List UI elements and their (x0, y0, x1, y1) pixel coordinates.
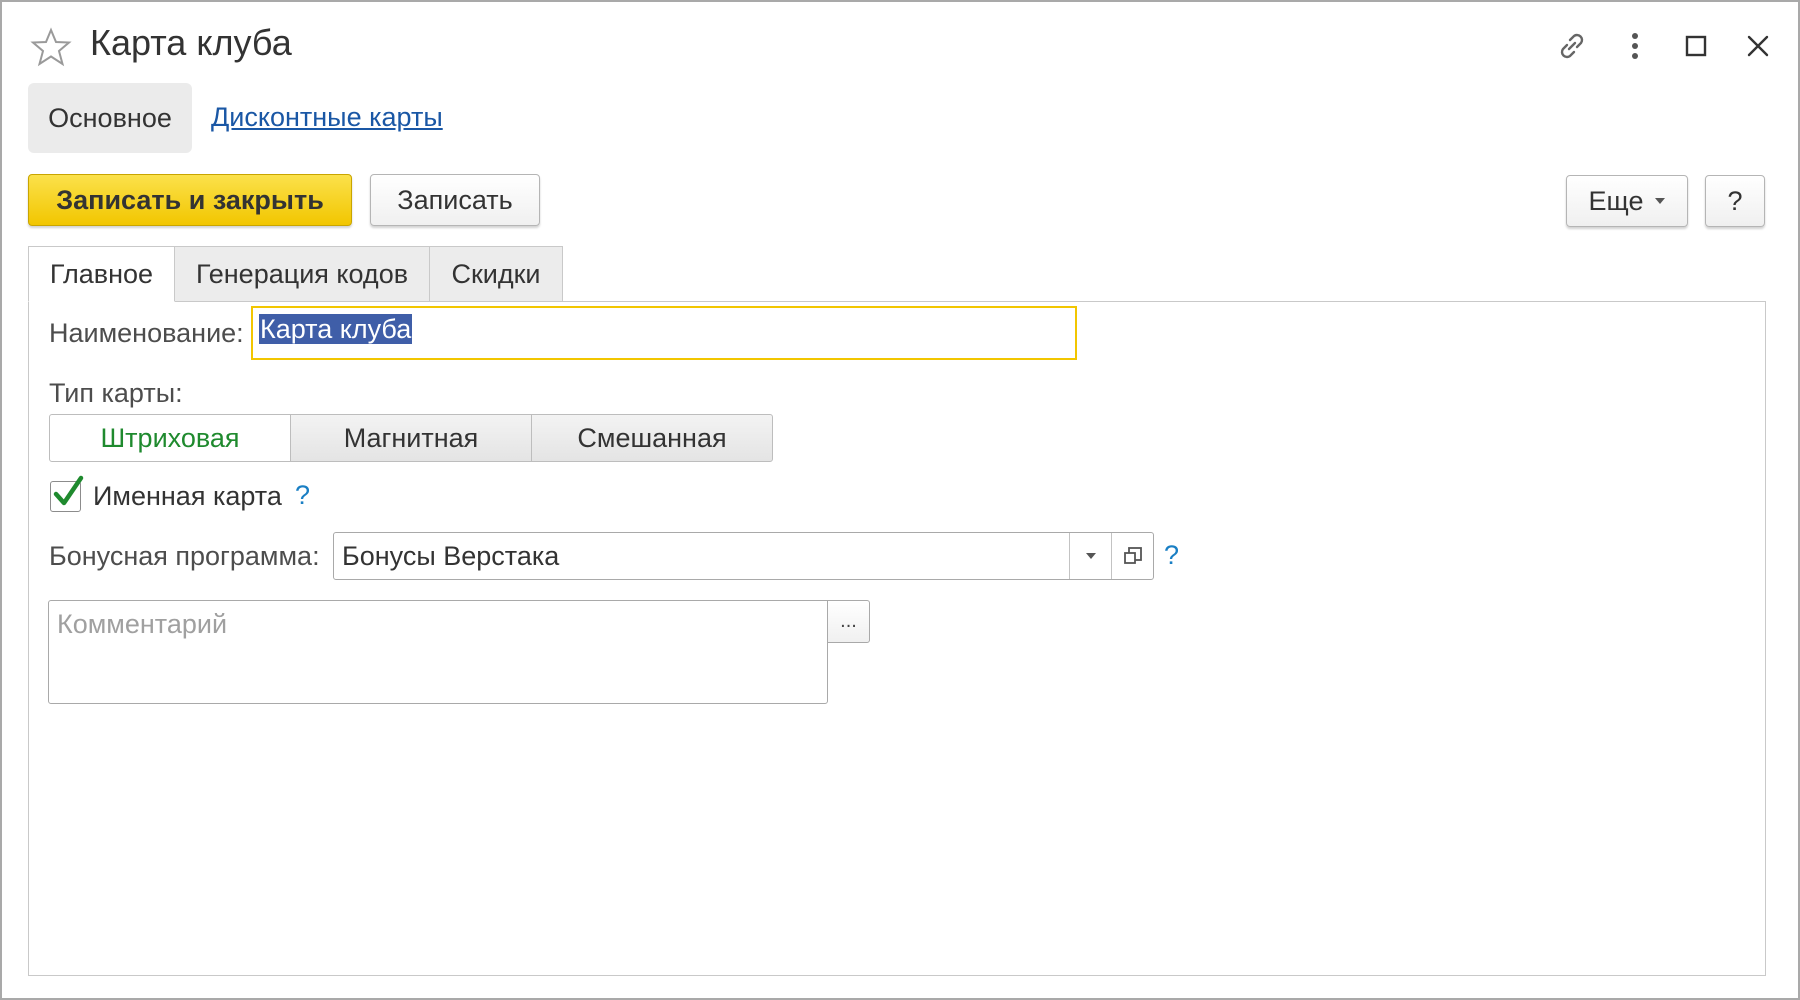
tab-discounts[interactable]: Скидки (429, 246, 563, 302)
bonus-program-label: Бонусная программа: (49, 541, 320, 571)
chevron-down-icon (1085, 553, 1096, 559)
named-card-checkbox[interactable] (50, 475, 84, 512)
bonus-program-dropdown[interactable] (1069, 533, 1111, 579)
tab-main[interactable]: Главное (28, 246, 175, 302)
chevron-down-icon (1655, 198, 1666, 204)
more-vertical-icon[interactable] (1613, 24, 1657, 68)
named-card-help[interactable]: ? (295, 480, 310, 511)
tab-code-generation[interactable]: Генерация кодов (174, 246, 430, 302)
star-icon[interactable] (30, 26, 72, 68)
named-card-label: Именная карта (93, 481, 282, 511)
name-input-value: Карта клуба (259, 314, 413, 344)
card-type-mixed[interactable]: Смешанная (531, 414, 773, 462)
bonus-program-open[interactable] (1111, 533, 1153, 579)
card-type-barcode[interactable]: Штриховая (49, 414, 291, 462)
help-button[interactable]: ? (1705, 175, 1765, 227)
name-input[interactable]: Карта клуба (251, 306, 1077, 360)
more-button-label: Еще (1588, 185, 1644, 216)
comment-edit-button[interactable]: ... (827, 600, 870, 643)
bonus-program-help[interactable]: ? (1164, 540, 1179, 571)
save-button[interactable]: Записать (370, 174, 540, 226)
bonus-program-field[interactable]: Бонусы Верстака (333, 532, 1154, 580)
window-title: Карта клуба (90, 22, 292, 63)
open-window-icon (1123, 547, 1142, 564)
card-type-label: Тип карты: (49, 378, 183, 408)
card-type-magnetic[interactable]: Магнитная (290, 414, 532, 462)
name-label: Наименование: (49, 318, 244, 348)
more-button[interactable]: Еще (1566, 175, 1688, 227)
form-window: Карта клуба Основное Дисконтные карты За… (0, 0, 1800, 1000)
check-icon (53, 475, 84, 506)
link-icon[interactable] (1550, 24, 1594, 68)
bonus-program-value: Бонусы Верстака (342, 541, 560, 571)
save-and-close-button[interactable]: Записать и закрыть (28, 174, 352, 226)
comment-input[interactable] (48, 600, 828, 704)
nav-discount-cards-link[interactable]: Дисконтные карты (211, 102, 443, 133)
nav-main[interactable]: Основное (28, 83, 192, 153)
close-icon[interactable] (1736, 24, 1780, 68)
maximize-icon[interactable] (1674, 24, 1718, 68)
